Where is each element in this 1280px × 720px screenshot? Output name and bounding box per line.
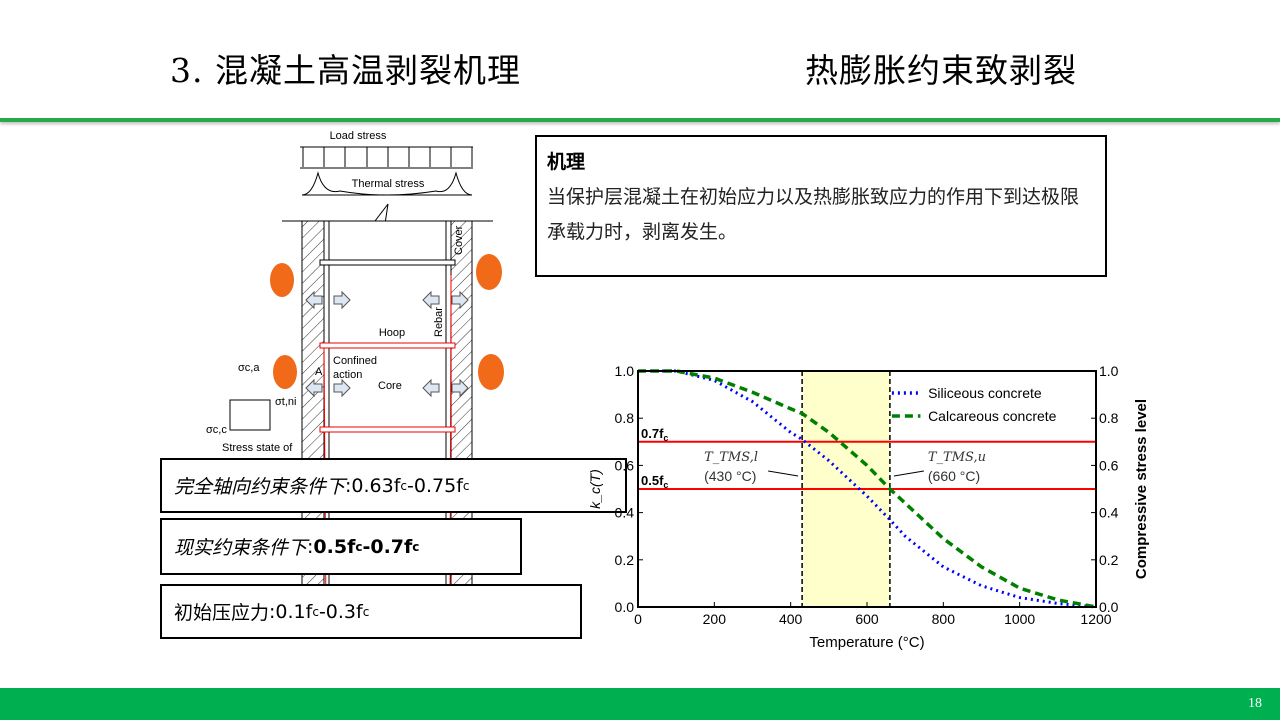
- y-tick-label: 0.2: [615, 552, 635, 568]
- y-tick-label: 0.0: [615, 599, 635, 615]
- core-label: Core: [378, 380, 402, 392]
- x-tick-label: 400: [779, 611, 803, 627]
- mechanism-box: 机理 当保护层混凝土在初始应力以及热膨胀致应力的作用下到达极限承载力时，剥离发生…: [535, 135, 1107, 277]
- condition-box-full-axial: 完全轴向约束条件下: 0.63f c -0.75f c: [160, 458, 627, 513]
- load-arrows: [302, 147, 473, 167]
- stress-state-label: Stress state of: [222, 442, 293, 454]
- y-tick-label-right: 0.0: [1099, 599, 1119, 615]
- rebar-label: Rebar: [433, 307, 445, 337]
- y-tick-label: 0.8: [615, 410, 635, 426]
- hoop-label: Hoop: [379, 327, 405, 339]
- condition-value: 0.1f: [275, 600, 313, 623]
- y-tick-label-right: 1.0: [1099, 363, 1119, 379]
- subscript: c: [462, 478, 470, 493]
- condition-label: 现实约束条件下: [174, 537, 308, 559]
- stress-cube: [229, 399, 271, 431]
- condition-label: 完全轴向约束条件下: [174, 476, 346, 498]
- point-a-label: A: [315, 366, 323, 378]
- hline-label: 0.7fc: [641, 426, 668, 443]
- vline-label: T_TMS,u: [928, 450, 986, 465]
- y-tick-label: 0.6: [615, 457, 635, 473]
- x-tick-label: 200: [703, 611, 727, 627]
- thermal-stress-label: Thermal stress: [352, 178, 425, 190]
- slide-subtitle: 热膨胀约束致剥裂: [805, 51, 1077, 90]
- x-tick-label: 800: [932, 611, 956, 627]
- y-tick-label-right: 0.2: [1099, 552, 1119, 568]
- y-tick-label-right: 0.8: [1099, 410, 1119, 426]
- vline-value: (660 °C): [928, 468, 980, 484]
- y-axis-label-right: Compressive stress level: [1133, 399, 1150, 579]
- subscript: c: [312, 604, 319, 619]
- action-label: action: [333, 369, 362, 381]
- condition-box-initial: 初始压应力: 0.1f c -0.3f c: [160, 584, 582, 639]
- annotation-arrow: [768, 470, 799, 477]
- strength-reduction-chart: T_TMS,l (430 °C) T_TMS,u (660 °C) 0.7fc 0.5fc…: [587, 363, 1150, 651]
- mechanism-text: 当保护层混凝土在初始应力以及热膨胀致应力的作用下到达极限承载力时，剥离发生。: [547, 186, 1080, 243]
- y-axis-label: k_c(T): [587, 469, 603, 509]
- header-divider: [0, 118, 1280, 122]
- condition-value: -0.3f: [318, 600, 363, 623]
- cover-label: Cover: [453, 225, 465, 255]
- condition-value: 0.5f: [313, 535, 356, 558]
- vline-value: (430 °C): [704, 468, 756, 484]
- sigma-tni-label: σt,ni: [275, 396, 296, 408]
- condition-value: 0.63f: [351, 474, 401, 497]
- slide-title: 3. 混凝土高温剥裂机理: [170, 51, 521, 90]
- sigma-ca-label: σc,a: [238, 362, 260, 374]
- footer-bar: 18: [0, 688, 1280, 720]
- load-stress-label: Load stress: [330, 130, 387, 142]
- subscript: c: [362, 604, 370, 619]
- condition-label: 初始压应力: [174, 602, 270, 624]
- sigma-cc-label: σc,c: [206, 424, 227, 436]
- mechanism-heading: 机理: [547, 151, 586, 173]
- legend-label: Siliceous concrete: [928, 385, 1042, 401]
- x-tick-label: 0: [634, 611, 642, 627]
- page-number: 18: [1248, 696, 1262, 711]
- x-tick-label: 1000: [1004, 611, 1035, 627]
- x-tick-label: 600: [855, 611, 879, 627]
- subscript: c: [355, 539, 363, 554]
- y-tick-label-right: 0.4: [1099, 505, 1119, 521]
- condition-value: -0.75f: [407, 474, 463, 497]
- subscript: c: [400, 478, 408, 493]
- y-tick-label: 1.0: [615, 363, 635, 379]
- x-axis-label: Temperature (°C): [809, 634, 924, 651]
- subscript: c: [412, 539, 420, 554]
- legend-label: Calcareous concrete: [928, 408, 1057, 424]
- condition-value: -0.7f: [362, 535, 413, 558]
- hline-label: 0.5fc: [641, 473, 668, 490]
- y-tick-label: 0.4: [615, 505, 635, 521]
- condition-box-realistic: 现实约束条件下: 0.5f c -0.7f c: [160, 518, 522, 575]
- y-tick-label-right: 0.6: [1099, 457, 1119, 473]
- annotation-arrow: [893, 470, 924, 477]
- vline-label: T_TMS,l: [704, 450, 758, 465]
- confined-label: Confined: [333, 355, 377, 367]
